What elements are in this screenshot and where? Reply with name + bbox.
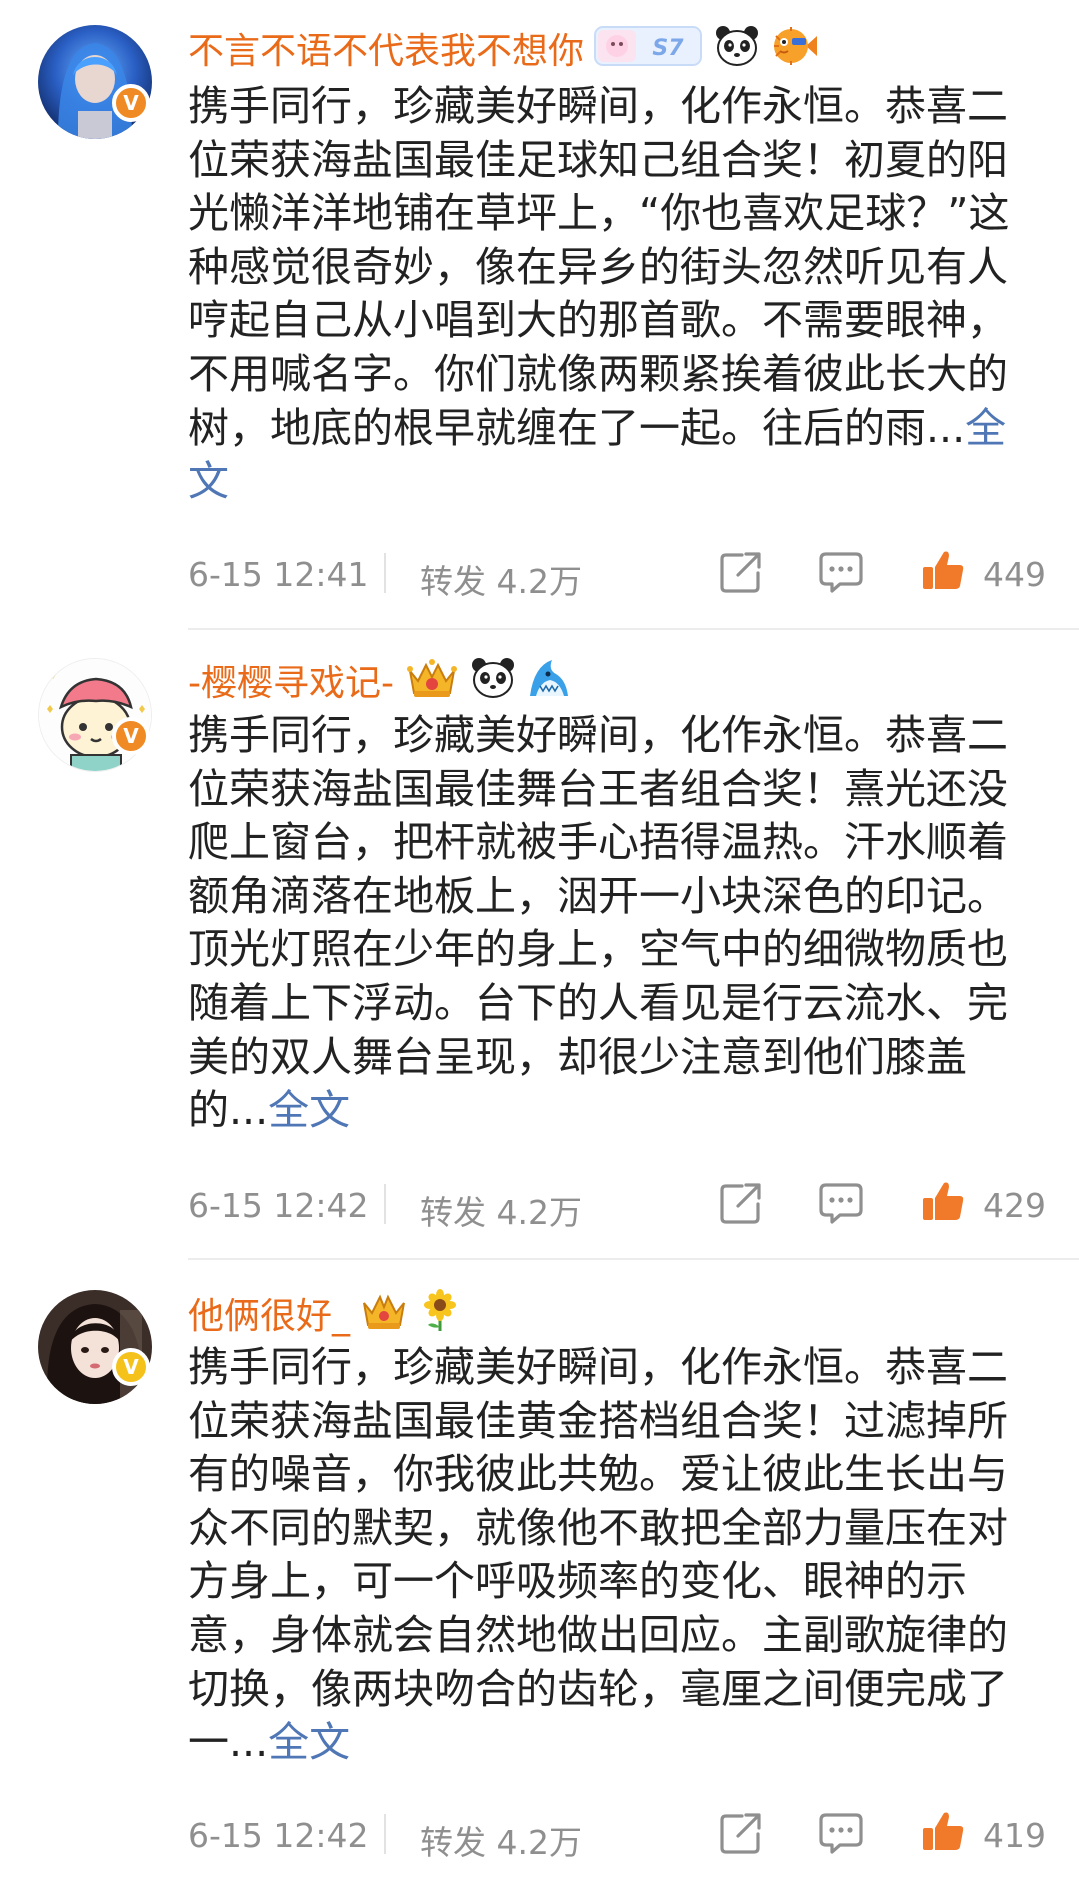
username[interactable]: 不言不语不代表我不想你 (188, 22, 584, 74)
comment-text: 携手同行，珍藏美好瞬间，化作永恒。恭喜二位荣获海盐国最佳舞台王者组合奖！熹光还没… (188, 711, 1008, 1135)
like-icon[interactable] (920, 547, 966, 597)
like-icon[interactable] (920, 1178, 966, 1228)
avatar[interactable] (38, 658, 152, 772)
share-icon[interactable] (718, 1180, 764, 1230)
s7-label: S7 (652, 36, 684, 61)
star-s7-badge-icon[interactable]: S7 (594, 24, 704, 72)
panda-icon (470, 656, 516, 704)
comment-text: 携手同行，珍藏美好瞬间，化作永恒。恭喜二位荣获海盐国最佳黄金搭档组合奖！过滤掉所… (188, 1343, 1008, 1767)
username[interactable]: -樱樱寻戏记- (188, 654, 394, 706)
repost-count[interactable]: 转发 4.2万 (420, 1186, 582, 1234)
meta-separator (384, 553, 386, 593)
comment-icon[interactable] (818, 1180, 864, 1230)
repost-count[interactable]: 转发 4.2万 (420, 1816, 582, 1864)
timestamp: 6-15 12:42 (188, 1186, 369, 1225)
like-count: 429 (983, 1186, 1046, 1225)
comment-divider (188, 1258, 1079, 1260)
comment-divider (188, 628, 1079, 630)
like-count: 449 (983, 555, 1046, 594)
timestamp: 6-15 12:41 (188, 555, 369, 594)
timestamp: 6-15 12:42 (188, 1816, 369, 1855)
meta-separator (384, 1184, 386, 1224)
comment-text: 携手同行，珍藏美好瞬间，化作永恒。恭喜二位荣获海盐国最佳足球知己组合奖！初夏的阳… (188, 82, 1010, 452)
full-text-link[interactable]: 全文 (268, 1086, 350, 1134)
comment-actions: 6-15 12:42 转发 4.2万 (188, 1808, 1046, 1862)
avatar[interactable] (38, 25, 152, 139)
share-icon[interactable] (718, 549, 764, 599)
comment-actions: 6-15 12:41 转发 4.2万 449 (188, 547, 1046, 601)
verified-badge-icon: V (112, 717, 150, 755)
shark-icon (526, 656, 572, 704)
pufferfish-icon (770, 24, 818, 72)
full-text-link[interactable]: 全文 (268, 1718, 350, 1766)
meta-separator (384, 1814, 386, 1854)
panda-icon (714, 24, 760, 72)
comment-body: 携手同行，珍藏美好瞬间，化作永恒。恭喜二位荣获海盐国最佳黄金搭档组合奖！过滤掉所… (188, 1341, 1046, 1781)
verified-badge-icon: V (112, 84, 150, 122)
share-icon[interactable] (718, 1810, 764, 1860)
username[interactable]: 他俩很好_ (188, 1287, 350, 1339)
comment-actions: 6-15 12:42 转发 4.2万 (188, 1178, 1046, 1232)
crown-level-badge-icon[interactable] (404, 655, 460, 705)
avatar[interactable] (38, 1290, 152, 1404)
comment-icon[interactable] (818, 1810, 864, 1860)
sunflower-icon (418, 1289, 462, 1337)
comment-feed: V 不言不语不代表我不想你 S7 携手同行，珍藏美好瞬间，化作永恒。恭喜二位荣获… (0, 0, 1079, 1899)
like-count: 419 (983, 1816, 1046, 1855)
repost-count[interactable]: 转发 4.2万 (420, 555, 582, 603)
crown-badge-icon[interactable] (360, 1289, 408, 1337)
comment-body: 携手同行，珍藏美好瞬间，化作永恒。恭喜二位荣获海盐国最佳舞台王者组合奖！熹光还没… (188, 709, 1046, 1149)
like-icon[interactable] (920, 1808, 966, 1858)
verified-badge-icon: V (112, 1348, 150, 1386)
comment-body: 携手同行，珍藏美好瞬间，化作永恒。恭喜二位荣获海盐国最佳足球知己组合奖！初夏的阳… (188, 80, 1046, 505)
comment-icon[interactable] (818, 549, 864, 599)
